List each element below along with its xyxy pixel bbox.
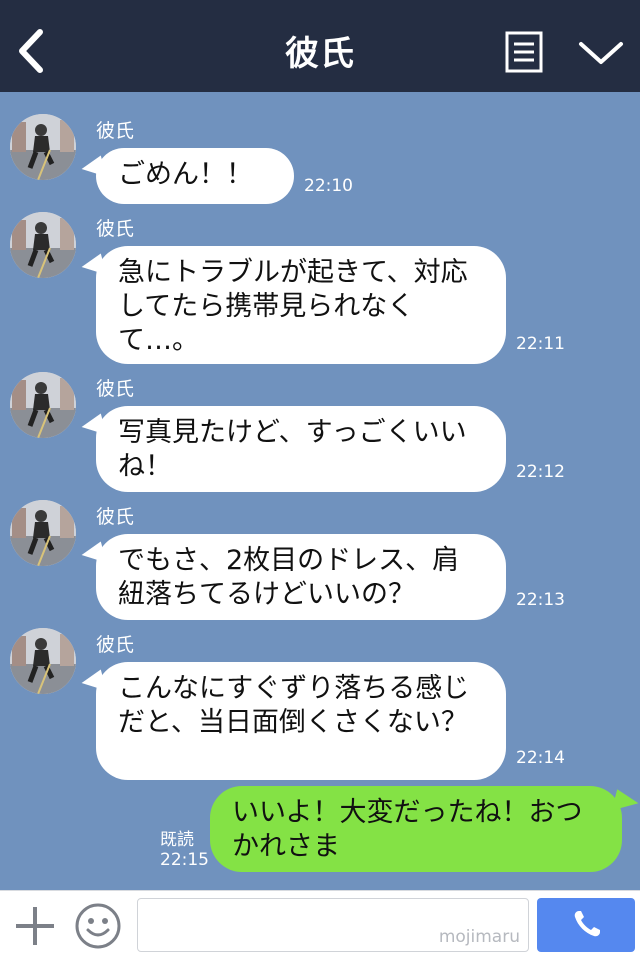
sender-name: 彼氏	[96, 120, 135, 142]
input-bar: mojimaru	[0, 890, 640, 961]
plus-icon[interactable]	[14, 905, 56, 947]
menu-list-icon[interactable]	[505, 31, 543, 73]
incoming-message-bubble[interactable]: ごめん！！	[96, 148, 294, 204]
chat-title: 彼氏	[285, 34, 355, 74]
message-text: ごめん！！	[118, 159, 253, 190]
chat-header: 彼氏	[0, 0, 640, 92]
read-status: 既読 22:15	[160, 830, 209, 870]
chat-area[interactable]: 彼氏 ごめん！！ 22:10 彼氏 急にトラブルが起きて、対応してたら携帯見られ…	[0, 92, 640, 890]
avatar[interactable]	[10, 628, 76, 694]
incoming-message-bubble[interactable]: でもさ、2枚目のドレス、肩紐落ちてるけどいいの？	[96, 534, 506, 620]
incoming-message-bubble[interactable]: 急にトラブルが起きて、対応してたら携帯見られなくて…。	[96, 246, 506, 364]
incoming-message-bubble[interactable]: こんなにすぐずり落ちる感じだと、当日面倒くさくない？	[96, 662, 506, 780]
watermark-text: mojimaru	[438, 927, 520, 947]
sender-name: 彼氏	[96, 634, 135, 656]
call-button[interactable]	[537, 898, 635, 952]
incoming-message-bubble[interactable]: 写真見たけど、すっごくいいね！	[96, 406, 506, 492]
avatar[interactable]	[10, 500, 76, 566]
avatar[interactable]	[10, 114, 76, 180]
message-time: 22:13	[516, 590, 565, 610]
message-text: でもさ、2枚目のドレス、肩紐落ちてるけどいいの？	[118, 545, 460, 610]
message-text: いいよ！大変だったね！おつかれさま	[232, 797, 583, 862]
message-time: 22:10	[304, 176, 353, 196]
message-time: 22:14	[516, 748, 565, 768]
message-text: 写真見たけど、すっごくいいね！	[118, 417, 467, 482]
emoji-smile-icon[interactable]	[74, 902, 122, 950]
message-text: こんなにすぐずり落ちる感じだと、当日面倒くさくない？	[118, 673, 470, 738]
message-input[interactable]: mojimaru	[137, 898, 529, 952]
message-time: 22:11	[516, 334, 565, 354]
message-text: 急にトラブルが起きて、対応してたら携帯見られなくて…。	[118, 257, 468, 356]
message-time: 22:15	[160, 850, 209, 870]
phone-icon	[574, 911, 600, 937]
sender-name: 彼氏	[96, 506, 135, 528]
message-time: 22:12	[516, 462, 565, 482]
sender-name: 彼氏	[96, 378, 135, 400]
sender-name: 彼氏	[96, 218, 135, 240]
avatar[interactable]	[10, 372, 76, 438]
chevron-down-icon[interactable]	[578, 38, 624, 68]
read-label: 既読	[160, 830, 194, 850]
avatar[interactable]	[10, 212, 76, 278]
outgoing-message-bubble[interactable]: いいよ！大変だったね！おつかれさま	[210, 786, 622, 872]
